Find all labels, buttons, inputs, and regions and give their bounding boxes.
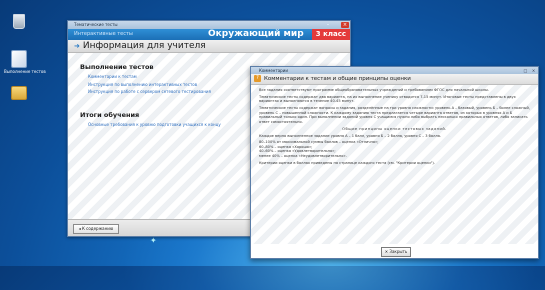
paragraph: Все задания соответствуют программе обще… xyxy=(259,88,489,92)
desktop-icon-folder[interactable] xyxy=(4,86,34,101)
desktop-icon-document[interactable]: Выполнение тестов xyxy=(4,50,46,74)
arrow-right-icon: ➜ xyxy=(74,42,80,50)
app-banner: Интерактивные тесты Окружающий мир 3 кла… xyxy=(68,29,350,40)
page-heading: ➜ Информация для учителя xyxy=(68,40,350,53)
page-title: Информация для учителя xyxy=(82,41,206,51)
close-button[interactable]: ✕ Закрыть xyxy=(381,247,411,257)
dialog-header: ? Комментарии к тестам и общие принципы о… xyxy=(251,74,538,85)
dialog-title: Комментарии xyxy=(259,68,288,73)
dialog-close-icon[interactable]: × xyxy=(530,68,537,73)
close-icon[interactable]: × xyxy=(341,22,349,28)
dialog-body: Все задания соответствуют программе обще… xyxy=(251,85,538,244)
recycle-bin-icon xyxy=(13,14,25,29)
criteria-title: Общие принципы оценки тестовых заданий. xyxy=(342,126,447,131)
comments-dialog: Комментарии □ × ? Комментарии к тестам и … xyxy=(250,66,539,259)
question-icon: ? xyxy=(254,75,261,82)
subject-title: Окружающий мир xyxy=(208,29,304,39)
paragraph: Тематические тесты содержат два варианта… xyxy=(259,94,516,104)
criteria-note: Критерии оценки в баллах приведены на ст… xyxy=(259,160,435,165)
desktop-icon-recycle-bin[interactable] xyxy=(4,14,34,30)
folder-icon xyxy=(11,86,27,100)
grade-badge: 3 класс xyxy=(311,29,350,40)
dialog-footer: ✕ Закрыть xyxy=(251,244,538,258)
banner-subtitle: Интерактивные тесты xyxy=(74,31,133,37)
maximize-icon[interactable]: □ xyxy=(522,68,529,73)
back-to-contents-button[interactable]: ◂ К содержанию xyxy=(73,224,119,234)
criteria-intro: Каждое верно выполненное задание уровня … xyxy=(259,133,442,138)
minimize-icon[interactable]: – xyxy=(324,22,332,28)
document-icon xyxy=(11,50,27,68)
main-window-titlebar[interactable]: Тематические тесты – × xyxy=(68,21,350,29)
dialog-titlebar[interactable]: Комментарии □ × xyxy=(251,67,538,74)
grade-line: менее 40% – оценка «Неудовлетворительно»… xyxy=(259,154,347,159)
main-window-title: Тематические тесты xyxy=(74,22,118,27)
desktop-icon-label: Выполнение тестов xyxy=(4,69,46,74)
close-button-label: Закрыть xyxy=(389,249,408,254)
back-button-label: К содержанию xyxy=(82,226,114,231)
dialog-heading: Комментарии к тестам и общие принципы оц… xyxy=(264,76,411,82)
sparkle-icon: ✦ xyxy=(150,236,157,245)
paragraph: Тематические тесты содержат вопросы и за… xyxy=(259,106,530,124)
